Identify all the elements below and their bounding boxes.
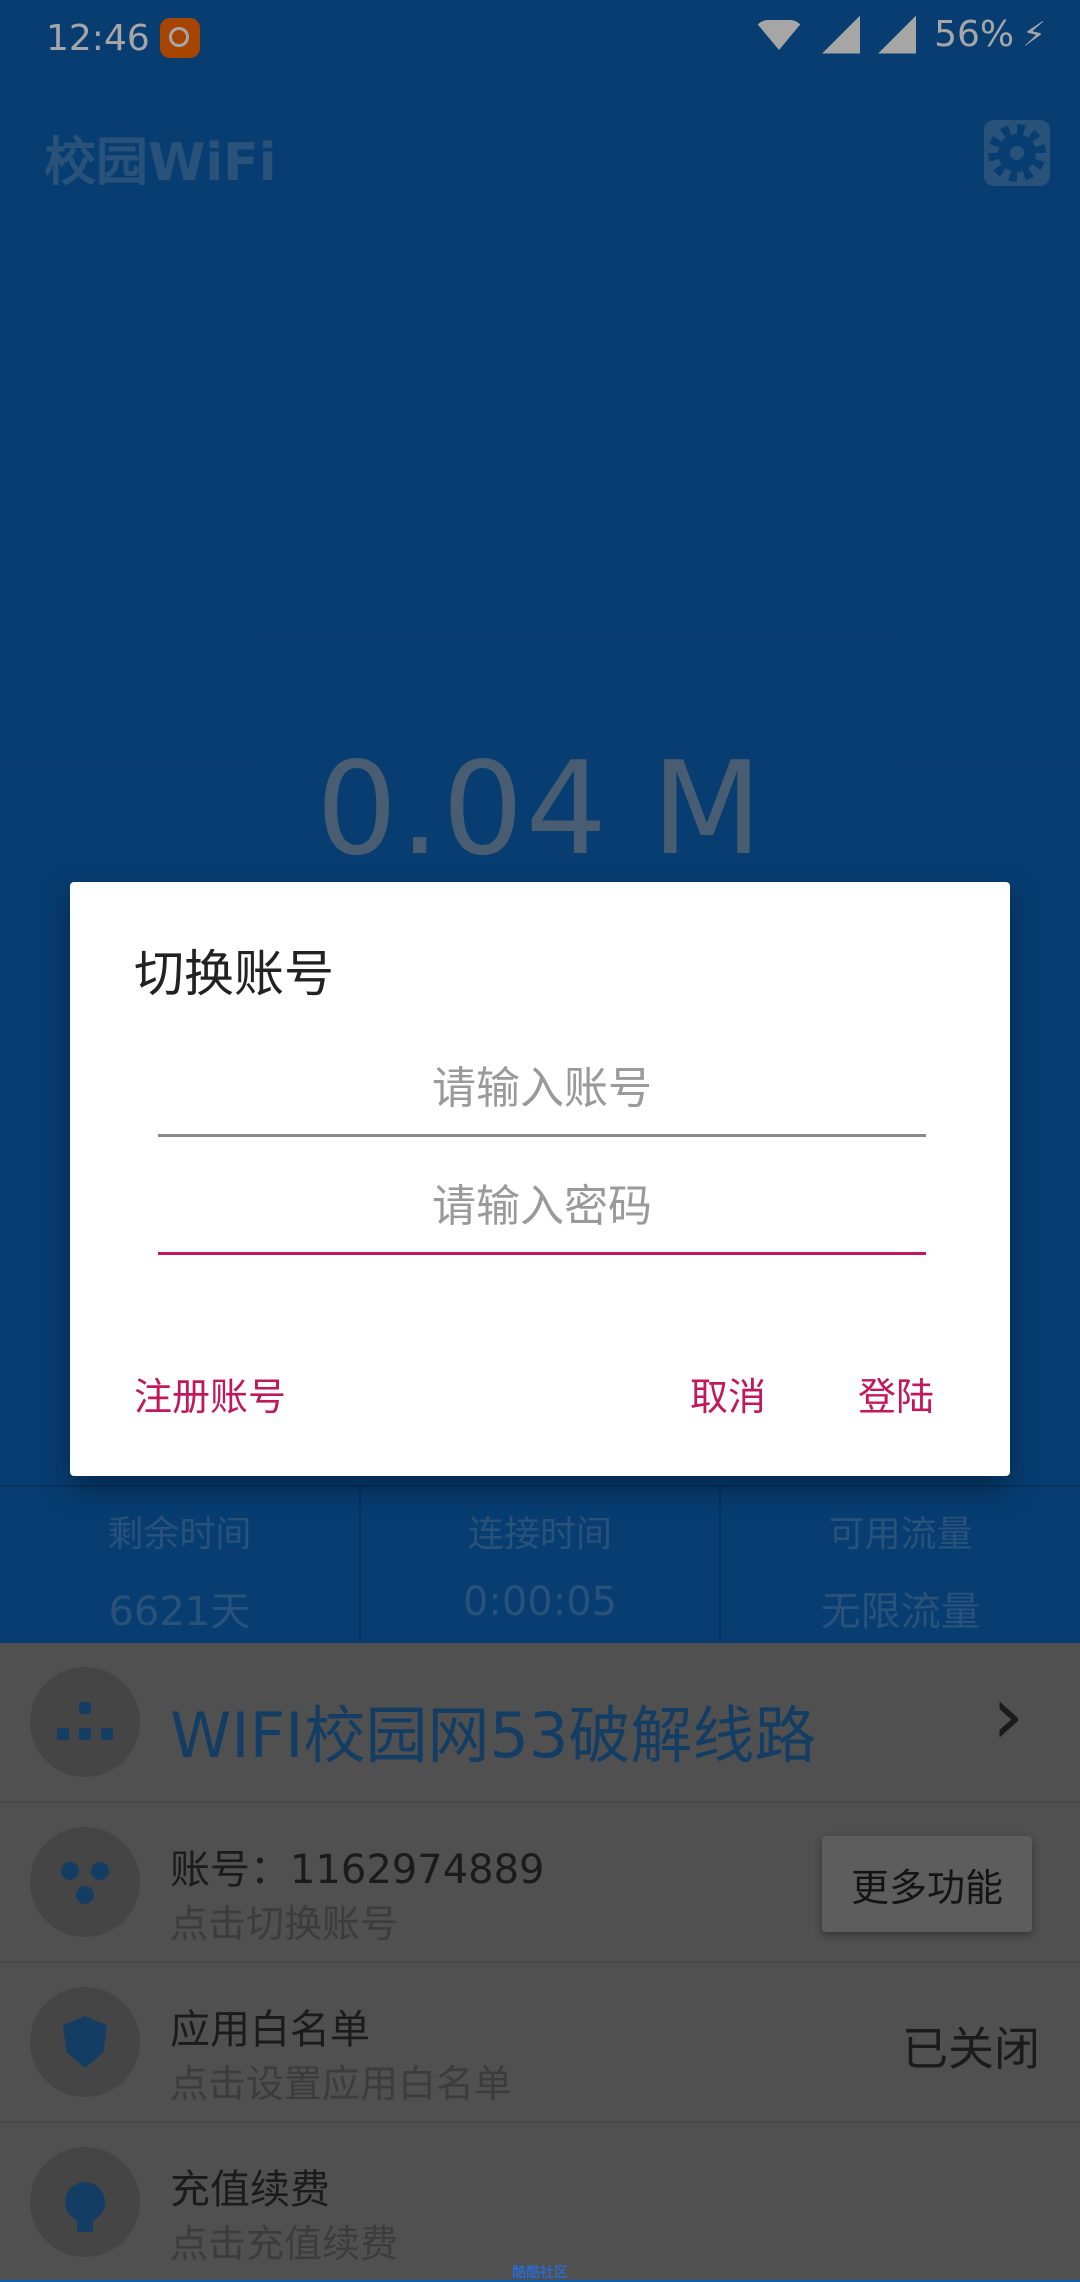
cancel-button[interactable]: 取消 <box>690 1366 766 1421</box>
switch-account-dialog: 切换账号 注册账号 取消 登陆 <box>70 882 1010 1476</box>
password-input[interactable] <box>158 1160 926 1255</box>
login-button[interactable]: 登陆 <box>858 1366 934 1421</box>
account-input[interactable] <box>158 1042 926 1137</box>
dialog-title: 切换账号 <box>134 945 334 1003</box>
register-account-button[interactable]: 注册账号 <box>134 1366 286 1421</box>
watermark: 酷酷社区 <box>512 2265 568 2281</box>
app-root: 12:46 56% ⚡ 校园WiFi 0.04 M 剩余时间 6621天 连接时… <box>0 0 1080 2281</box>
